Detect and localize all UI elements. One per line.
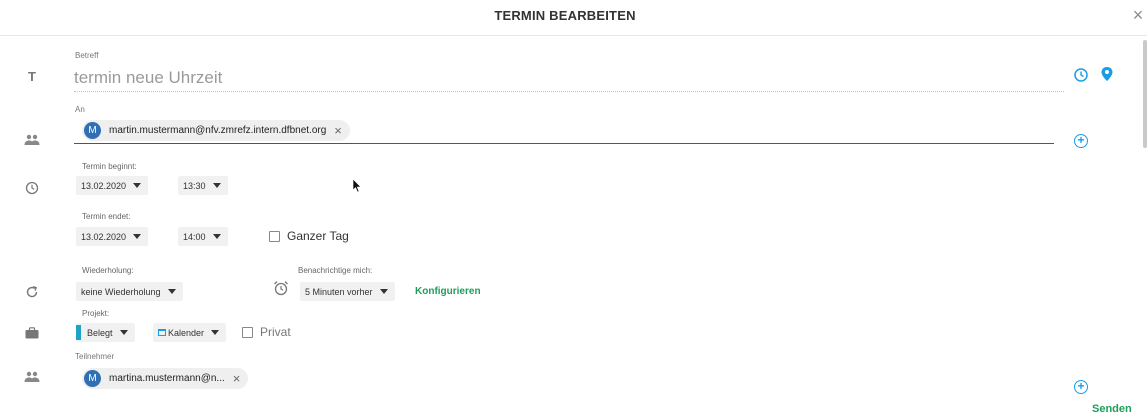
clock-icon[interactable]	[1073, 67, 1089, 83]
private-checkbox[interactable]	[242, 327, 253, 338]
to-field-underline	[74, 143, 1054, 144]
start-date-dropdown[interactable]: 13.02.2020	[76, 176, 149, 195]
remove-participant-icon[interactable]: ×	[233, 372, 241, 385]
caret-down-icon	[167, 289, 176, 294]
end-label: Termin endet:	[82, 212, 131, 221]
alarm-clock-icon	[273, 280, 289, 296]
end-date-dropdown[interactable]: 13.02.2020	[76, 227, 149, 246]
avatar: M	[84, 122, 101, 139]
recipient-chip[interactable]: M martin.mustermann@nfv.zmrefz.intern.df…	[82, 120, 350, 141]
all-day-checkbox[interactable]	[269, 231, 280, 242]
private-label: Privat	[260, 325, 291, 339]
configure-link[interactable]: Konfigurieren	[415, 286, 481, 297]
recipient-email: martin.mustermann@nfv.zmrefz.intern.dfbn…	[109, 125, 327, 136]
scrollbar[interactable]	[1143, 40, 1147, 148]
subject-input[interactable]	[74, 64, 1064, 92]
start-date-value: 13.02.2020	[81, 180, 127, 191]
caret-down-icon	[379, 289, 388, 294]
notify-label: Benachrichtige mich:	[298, 266, 373, 275]
mouse-cursor-icon	[352, 178, 362, 194]
end-date-value: 13.02.2020	[81, 231, 127, 242]
start-time-value: 13:30	[183, 180, 206, 191]
status-dropdown[interactable]: Belegt	[76, 323, 135, 342]
start-time-dropdown[interactable]: 13:30	[178, 176, 228, 195]
text-icon: T	[28, 68, 36, 84]
notify-value: 5 Minuten vorher	[305, 286, 373, 297]
participants-label: Teilnehmer	[75, 352, 115, 361]
remove-recipient-icon[interactable]: ×	[334, 124, 342, 137]
caret-down-icon	[212, 234, 221, 239]
status-value: Belegt	[87, 327, 113, 338]
add-participant-icon[interactable]: +	[1074, 380, 1088, 394]
repeat-dropdown[interactable]: keine Wiederholung	[76, 282, 183, 301]
end-time-dropdown[interactable]: 14:00	[178, 227, 228, 246]
project-label: Projekt:	[82, 309, 110, 318]
calendar-icon	[158, 329, 166, 336]
repeat-label: Wiederholung:	[82, 266, 134, 275]
caret-down-icon	[212, 183, 221, 188]
calendar-value: Kalender	[168, 327, 205, 338]
start-label: Termin beginnt:	[82, 162, 137, 171]
clock-icon	[22, 178, 42, 198]
caret-down-icon	[119, 330, 128, 335]
caret-down-icon	[133, 183, 142, 188]
to-label: An	[75, 105, 85, 114]
location-pin-icon[interactable]	[1100, 66, 1114, 82]
caret-down-icon	[211, 330, 220, 335]
participant-chip[interactable]: M martina.mustermann@n... ×	[82, 368, 249, 389]
status-color-bar	[76, 325, 81, 340]
calendar-dropdown[interactable]: Kalender	[153, 323, 227, 342]
send-button[interactable]: Senden	[1092, 403, 1132, 414]
close-icon[interactable]: ×	[1130, 6, 1146, 24]
avatar: M	[84, 370, 101, 387]
end-time-value: 14:00	[183, 231, 206, 242]
briefcase-icon	[22, 323, 42, 343]
people-icon	[22, 130, 42, 150]
participant-name: martina.mustermann@n...	[109, 373, 225, 384]
repeat-value: keine Wiederholung	[81, 286, 161, 297]
notify-dropdown[interactable]: 5 Minuten vorher	[300, 282, 395, 301]
all-day-label: Ganzer Tag	[287, 229, 349, 243]
repeat-icon	[22, 282, 42, 302]
caret-down-icon	[133, 234, 142, 239]
people-icon	[22, 367, 42, 387]
subject-label: Betreff	[75, 51, 99, 60]
dialog-title: TERMIN BEARBEITEN	[494, 8, 636, 23]
add-recipient-icon[interactable]: +	[1074, 134, 1088, 148]
